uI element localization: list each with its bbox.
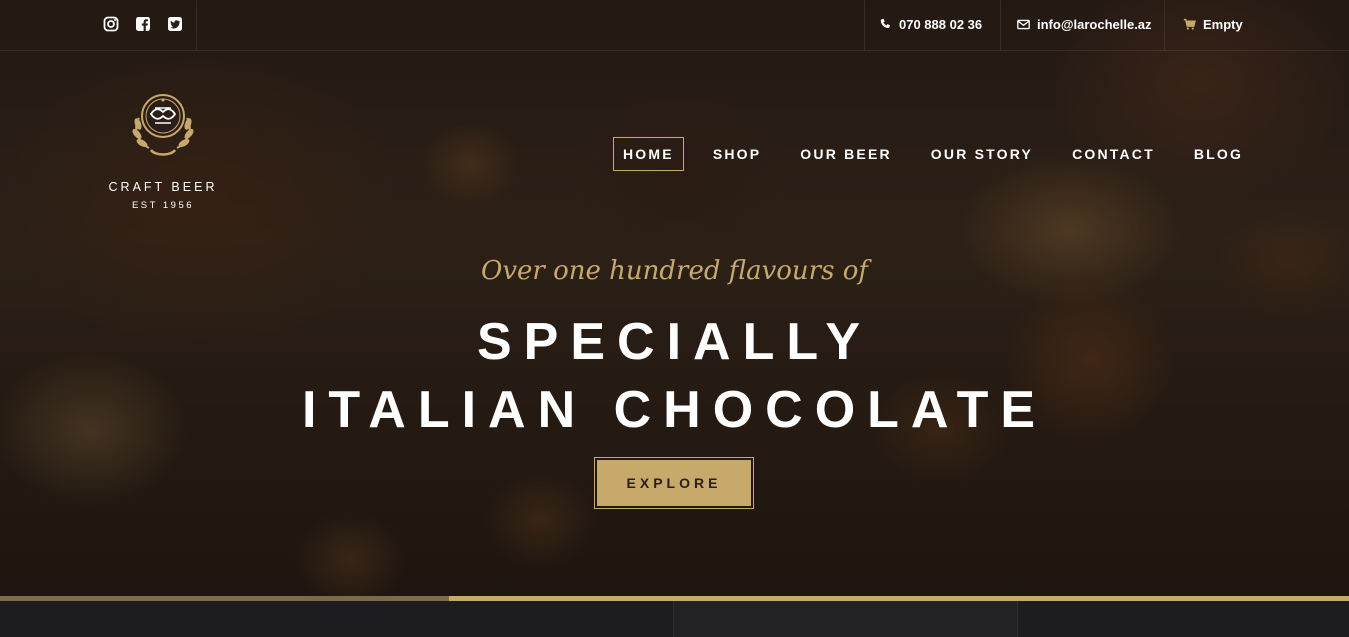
bottom-panel	[0, 601, 673, 637]
nav-our-beer[interactable]: OUR BEER	[790, 137, 902, 171]
phone-contact[interactable]: 070 888 02 36	[879, 17, 982, 32]
email-contact[interactable]: info@larochelle.az	[1017, 17, 1152, 32]
bottom-section	[0, 601, 1349, 637]
wheat-crest-icon	[132, 94, 194, 156]
cart-icon	[1183, 18, 1196, 30]
nav-shop[interactable]: SHOP	[703, 137, 771, 171]
top-bar: 070 888 02 36 info@larochelle.az Empty	[0, 0, 1349, 51]
phone-number: 070 888 02 36	[899, 17, 983, 32]
divider	[1164, 0, 1165, 50]
site-logo[interactable]: CRAFT BEER EST 1956	[103, 94, 223, 211]
divider	[196, 0, 197, 50]
cart-button[interactable]: Empty	[1183, 17, 1243, 32]
divider	[1000, 0, 1001, 50]
nav-contact[interactable]: CONTACT	[1062, 137, 1165, 171]
envelope-icon	[1017, 19, 1030, 30]
social-links	[103, 16, 183, 32]
nav-our-story[interactable]: OUR STORY	[921, 137, 1043, 171]
cart-status: Empty	[1203, 17, 1243, 32]
phone-icon	[880, 18, 890, 29]
nav-blog[interactable]: BLOG	[1184, 137, 1253, 171]
explore-button[interactable]: EXPLORE	[594, 457, 754, 509]
hero-headline-line1: SPECIALLY	[476, 313, 873, 371]
instagram-icon[interactable]	[103, 16, 119, 32]
divider	[864, 0, 865, 50]
facebook-icon[interactable]	[135, 16, 151, 32]
main-nav: HOME SHOP OUR BEER OUR STORY CONTACT BLO…	[613, 137, 1272, 171]
logo-title: CRAFT BEER	[108, 180, 218, 194]
email-address: info@larochelle.az	[1037, 17, 1152, 32]
twitter-icon[interactable]	[167, 16, 183, 32]
logo-subtitle: EST 1956	[131, 200, 195, 211]
nav-home[interactable]: HOME	[613, 137, 684, 171]
bottom-panel	[1017, 601, 1349, 637]
hero-headline-line2: ITALIAN CHOCOLATE	[301, 381, 1048, 439]
bottom-panel	[673, 601, 1018, 637]
hero-tagline: Over one hundred flavours of	[481, 256, 868, 286]
